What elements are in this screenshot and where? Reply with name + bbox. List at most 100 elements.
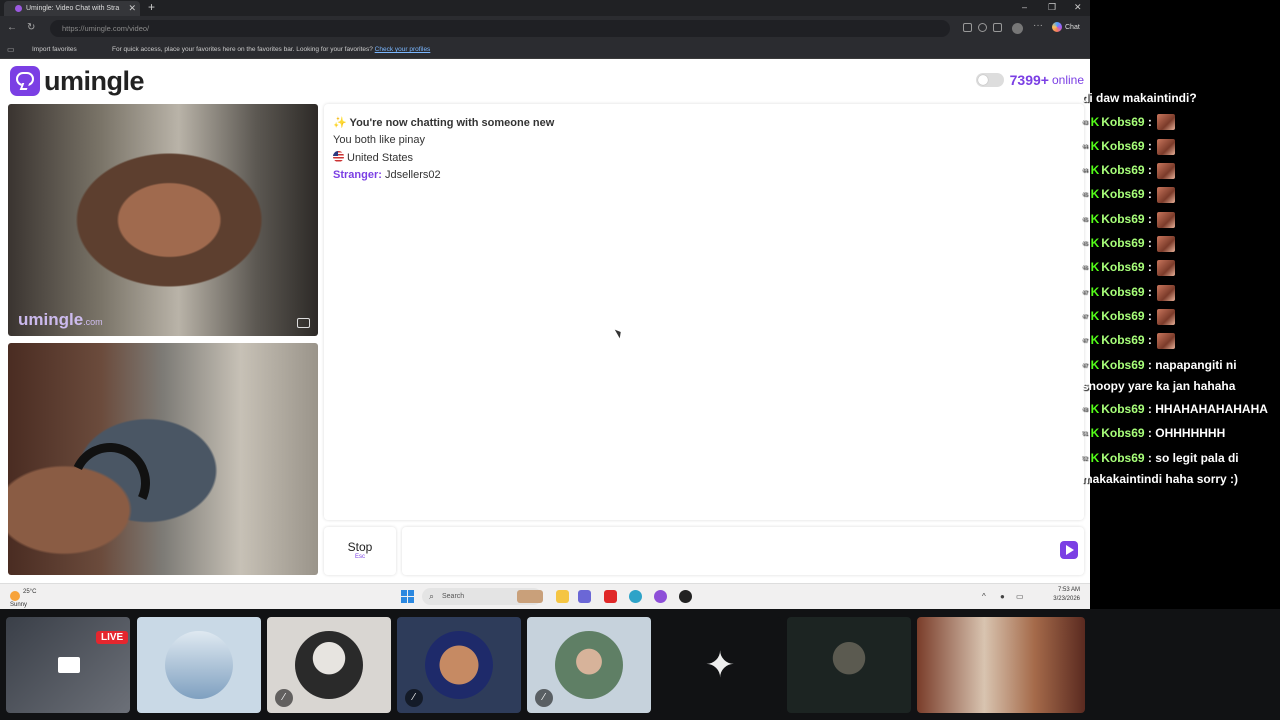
live-badge: LIVE bbox=[96, 631, 129, 644]
close-tab-icon[interactable]: ✕ bbox=[128, 1, 136, 16]
message-timestamp: 47 bbox=[1082, 289, 1088, 296]
search-highlight-icon bbox=[517, 590, 543, 603]
participant-avatar bbox=[555, 631, 623, 699]
kick-badge-icon: K bbox=[1090, 187, 1100, 202]
chat-username: Kobs69 bbox=[1101, 211, 1145, 226]
participant-tile-6[interactable]: ✦ bbox=[657, 617, 781, 713]
umingle-watermark: umingle.com bbox=[18, 310, 103, 329]
kick-badge-icon: K bbox=[1090, 450, 1100, 465]
chat-username: Kobs69 bbox=[1101, 402, 1145, 417]
message-timestamp: 47 bbox=[1082, 313, 1088, 320]
stream-chat-overlay: di daw makaintindi? 43 K Kobs69 : 44 K Kobs6… bbox=[1082, 88, 1280, 492]
file-explorer-icon[interactable] bbox=[556, 590, 569, 603]
more-menu-icon[interactable]: ··· bbox=[1033, 20, 1043, 31]
clock[interactable]: 7:53 AM 3/23/2026 bbox=[1053, 586, 1080, 604]
participant-tile-3[interactable]: ⁄ bbox=[267, 617, 391, 713]
headphones-shape bbox=[58, 431, 162, 535]
teams-icon[interactable] bbox=[578, 590, 591, 603]
tab-umingle[interactable]: Umingle: Video Chat with Stra ✕ bbox=[4, 1, 140, 16]
kick-badge-icon: K bbox=[1090, 426, 1100, 441]
chat-username: Kobs69 bbox=[1101, 260, 1145, 275]
back-icon[interactable]: ← bbox=[7, 22, 17, 33]
favorite-star-icon[interactable] bbox=[978, 23, 987, 32]
chat-username: Kobs69 bbox=[1101, 333, 1145, 348]
chat-username: Kobs69 bbox=[1101, 284, 1145, 299]
screen-share-icon bbox=[58, 657, 80, 673]
kick-badge-icon: K bbox=[1090, 236, 1100, 251]
restore-icon[interactable]: ❐ bbox=[1048, 0, 1056, 15]
chat-username: Kobs69 bbox=[1101, 163, 1145, 178]
chat-username: Kobs69 bbox=[1101, 426, 1145, 441]
split-screen-icon[interactable] bbox=[993, 23, 1002, 32]
participant-tile-7[interactable] bbox=[787, 617, 911, 713]
favorites-message: For quick access, place your favorites h… bbox=[112, 46, 431, 53]
chat-message: 47 K Kobs69 : bbox=[1082, 306, 1280, 327]
import-favorites-link[interactable]: Import favorites bbox=[32, 41, 77, 59]
report-flag-icon[interactable] bbox=[297, 318, 310, 328]
kick-badge-icon: K bbox=[1090, 211, 1100, 226]
chat-username: Kobs69 bbox=[1101, 357, 1145, 372]
minimize-icon[interactable]: – bbox=[1022, 0, 1027, 15]
address-bar-row: ← ↻ https://umingle.com/video/ ··· Chat bbox=[0, 16, 1090, 41]
message-timestamp: 45 bbox=[1082, 240, 1088, 247]
stranger-video: umingle.com bbox=[8, 104, 318, 336]
copilot-chat-button[interactable]: Chat bbox=[1052, 22, 1080, 34]
chat-text: OHHHHHHH bbox=[1155, 426, 1226, 441]
chat-message: 51 K Kobs69 : OHHHHHHH bbox=[1082, 426, 1226, 441]
kick-badge-icon: K bbox=[1090, 114, 1100, 129]
kick-badge-icon: K bbox=[1090, 402, 1100, 417]
chat-message: 45 K Kobs69 : bbox=[1082, 233, 1280, 254]
tab-title: Umingle: Video Chat with Stra bbox=[26, 5, 120, 12]
read-aloud-icon[interactable] bbox=[963, 23, 972, 32]
url-field[interactable]: https://umingle.com/video/ bbox=[50, 20, 950, 37]
mic-icon[interactable]: ● bbox=[1000, 592, 1005, 601]
emote-icon bbox=[1157, 162, 1176, 179]
stop-shortcut-hint: Esc bbox=[354, 554, 365, 560]
stop-button[interactable]: Stop Esc bbox=[324, 527, 396, 575]
message-timestamp: 45 bbox=[1082, 192, 1088, 199]
participant-tile-5[interactable]: ⁄ bbox=[527, 617, 651, 713]
chat-message: 47 K Kobs69 : bbox=[1082, 282, 1280, 303]
participant-tile-2[interactable] bbox=[137, 617, 261, 713]
kick-badge-icon: K bbox=[1090, 163, 1100, 178]
kick-badge-icon: K bbox=[1090, 284, 1100, 299]
message-input[interactable] bbox=[402, 527, 1084, 575]
participant-tile-8[interactable] bbox=[917, 617, 1085, 713]
refresh-icon[interactable]: ↻ bbox=[27, 22, 35, 33]
message-timestamp: 45 bbox=[1082, 216, 1088, 223]
tray-chevron-icon[interactable]: ^ bbox=[982, 592, 986, 601]
participant-avatar bbox=[815, 631, 883, 699]
participant-tile-4[interactable]: ⁄ bbox=[397, 617, 521, 713]
chat-message: 44 K Kobs69 : bbox=[1082, 136, 1280, 157]
muted-mic-icon: ⁄ bbox=[275, 689, 293, 707]
wps-icon[interactable] bbox=[604, 590, 617, 603]
network-icon[interactable]: ▭ bbox=[1016, 592, 1024, 601]
chat-text: HHAHAHAHAHAHA bbox=[1155, 402, 1268, 417]
chat-username: Kobs69 bbox=[1101, 187, 1145, 202]
obs-icon[interactable] bbox=[679, 590, 692, 603]
umingle-logo[interactable]: umingle bbox=[10, 66, 145, 96]
sparkle-logo-icon: ✦ bbox=[705, 644, 736, 685]
new-tab-button[interactable]: + bbox=[148, 0, 155, 15]
chat-message-partial: di daw makaintindi? bbox=[1082, 91, 1197, 105]
kick-badge-icon: K bbox=[1090, 309, 1100, 324]
participant-tile-live[interactable]: LIVE bbox=[6, 617, 130, 713]
app-icon[interactable] bbox=[654, 590, 667, 603]
weather-widget[interactable]: 25°C Sunny bbox=[10, 588, 36, 609]
participant-avatar bbox=[425, 631, 493, 699]
emote-icon bbox=[1157, 308, 1176, 325]
profile-avatar[interactable] bbox=[1012, 23, 1023, 34]
check-profiles-link[interactable]: Check your profiles bbox=[375, 46, 431, 53]
chat-username: Kobs69 bbox=[1101, 450, 1145, 465]
emote-icon bbox=[1157, 284, 1176, 301]
stranger-name: Jdsellers02 bbox=[384, 169, 441, 181]
edge-icon[interactable] bbox=[629, 590, 642, 603]
send-button[interactable] bbox=[1060, 541, 1078, 559]
emote-icon bbox=[1157, 235, 1176, 252]
chat-username: Kobs69 bbox=[1101, 309, 1145, 324]
start-button[interactable] bbox=[401, 590, 414, 603]
message-timestamp: 47 bbox=[1082, 362, 1088, 369]
close-window-icon[interactable]: ✕ bbox=[1074, 0, 1082, 15]
theme-toggle[interactable] bbox=[975, 73, 1004, 87]
participant-avatar bbox=[295, 631, 363, 699]
